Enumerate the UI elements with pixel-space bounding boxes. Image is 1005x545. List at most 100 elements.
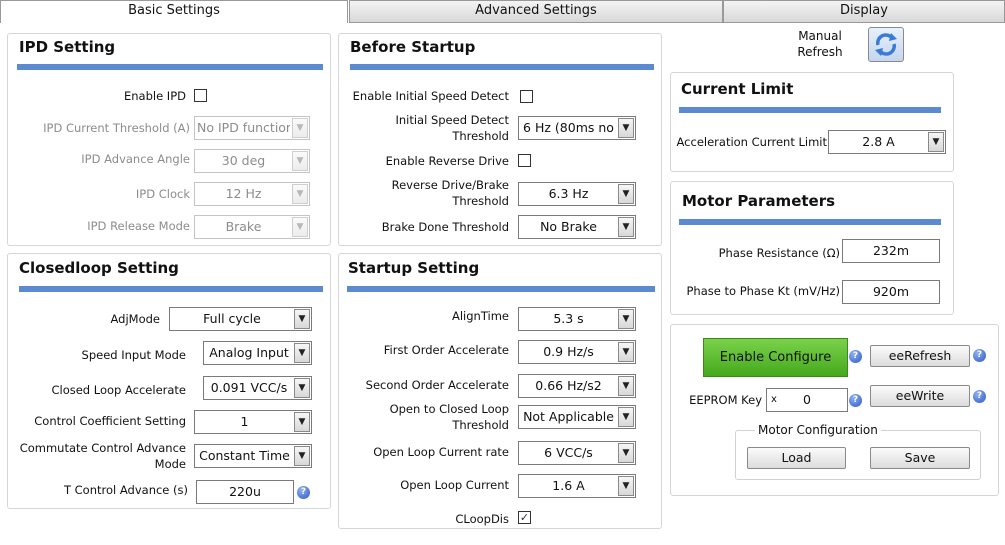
ipd-threshold-label: IPD Current Threshold (A) [43,121,190,135]
open-loop-current-rate-select[interactable]: 6 VCC/s ▼ [518,441,636,465]
ipd-release-select[interactable]: Brake ▼ [194,215,310,239]
ipd-clock-value: 12 Hz [225,186,262,201]
first-order-accel-label: First Order Accelerate [383,343,509,357]
manual-refresh-button[interactable] [868,27,904,62]
eeprom-key-label: EEPROM Key [689,393,762,407]
adjmode-value: Full cycle [203,311,261,326]
open-loop-current-select[interactable]: 1.6 A ▼ [518,474,636,498]
acceleration-current-limit-select[interactable]: 2.8 A ▼ [828,130,946,154]
manual-refresh-label: Manual Refresh [797,29,843,59]
eeprom-key-prefix: x [771,394,777,405]
tab-display[interactable]: Display [723,0,1005,23]
speed-input-value: Analog Input [209,345,289,360]
first-order-accel-select[interactable]: 0.9 Hz/s ▼ [518,340,636,364]
motor-configuration-label: Motor Configuration [755,422,881,438]
eeprom-key-value: 0 [803,392,811,407]
load-button[interactable]: Load [747,447,846,469]
section-bar [350,64,654,70]
reverse-threshold-value: 6.3 Hz [548,186,589,201]
save-button[interactable]: Save [870,447,970,469]
reverse-drive-checkbox[interactable] [518,154,531,167]
first-order-accel-value: 0.9 Hz/s [543,344,594,359]
tab-advanced-settings[interactable]: Advanced Settings [349,0,723,23]
closed-loop-accel-value: 0.091 VCC/s [210,380,288,395]
open-to-closed-label: Open to Closed Loop Threshold [389,402,509,432]
help-icon[interactable]: ? [849,394,862,407]
closedloop-setting-panel: Closedloop Setting AdjMode Full cycle ▼ … [7,253,331,509]
section-bar [19,286,323,292]
configuration-panel: Enable Configure ? eeRefresh ? EEPROM Ke… [670,324,999,496]
commutate-advance-label: Commutate Control Advance Mode [19,441,186,471]
second-order-accel-value: 0.66 Hz/s2 [535,378,602,393]
brake-done-label: Brake Done Threshold [381,220,509,234]
help-icon[interactable]: ? [849,350,862,363]
eeprom-key-input[interactable]: x 0 [766,388,848,412]
chevron-down-icon: ▼ [292,217,308,237]
ipd-angle-select[interactable]: 30 deg ▼ [194,149,310,173]
brake-done-value: No Brake [540,219,597,234]
motor-parameters-title: Motor Parameters [682,192,836,210]
acceleration-current-limit-label: Acceleration Current Limit [676,135,827,149]
chevron-down-icon: ▼ [618,184,634,204]
chevron-down-icon: ▼ [292,118,308,138]
commutate-advance-select[interactable]: Constant Time ▼ [194,444,312,468]
ipd-setting-title: IPD Setting [19,38,116,56]
control-coeff-value: 1 [240,414,249,429]
reverse-drive-label: Enable Reverse Drive [385,154,509,168]
eerefresh-button[interactable]: eeRefresh [870,345,970,367]
help-icon[interactable]: ? [973,390,986,403]
cloopdis-checkbox[interactable]: ✓ [518,511,531,524]
enable-ipd-checkbox[interactable] [194,89,207,102]
acceleration-current-limit-value: 2.8 A [862,134,895,149]
before-startup-title: Before Startup [350,38,476,56]
closed-loop-accel-select[interactable]: 0.091 VCC/s ▼ [203,376,312,400]
open-loop-current-rate-label: Open Loop Current rate [373,445,509,459]
phase-resistance-input[interactable]: 232m [842,239,940,263]
chevron-down-icon: ▼ [294,378,310,398]
brake-done-select[interactable]: No Brake ▼ [518,215,636,239]
closedloop-setting-title: Closedloop Setting [19,259,179,277]
control-coeff-label: Control Coefficient Setting [34,414,186,428]
chevron-down-icon: ▼ [294,446,310,466]
chevron-down-icon: ▼ [618,118,634,138]
control-coeff-select[interactable]: 1 ▼ [194,410,312,434]
tab-basic-settings[interactable]: Basic Settings [0,0,348,23]
phase-kt-input[interactable]: 920m [842,280,940,304]
help-icon[interactable]: ? [973,349,986,362]
current-limit-title: Current Limit [681,80,794,98]
open-to-closed-select[interactable]: Not Applicable ▼ [518,405,636,429]
ipd-clock-label: IPD Clock [135,187,190,201]
second-order-accel-select[interactable]: 0.66 Hz/s2 ▼ [518,374,636,398]
ipd-release-label: IPD Release Mode [87,219,190,233]
eewrite-button[interactable]: eeWrite [870,385,970,407]
help-icon[interactable]: ? [297,486,310,499]
section-bar [347,286,655,292]
refresh-icon [875,33,897,56]
isd-threshold-select[interactable]: 6 Hz (80ms no ▼ [518,116,636,140]
isd-threshold-value: 6 Hz (80ms no [523,120,614,135]
commutate-advance-value: Constant Time [199,448,290,463]
chevron-down-icon: ▼ [618,217,634,237]
align-time-select[interactable]: 5.3 s ▼ [518,307,636,331]
open-loop-current-label: Open Loop Current [400,478,509,492]
ipd-release-value: Brake [225,219,262,234]
ipd-angle-value: 30 deg [221,153,266,168]
enable-configure-button[interactable]: Enable Configure [703,338,848,377]
closed-loop-accel-label: Closed Loop Accelerate [51,383,186,397]
initial-speed-detect-label: Enable Initial Speed Detect [352,89,509,103]
speed-input-select[interactable]: Analog Input ▼ [203,341,312,365]
ipd-setting-panel: IPD Setting Enable IPD IPD Current Thres… [7,33,331,246]
startup-setting-title: Startup Setting [348,259,480,277]
chevron-down-icon: ▼ [618,309,634,329]
ipd-threshold-select[interactable]: No IPD function ▼ [194,116,310,140]
motor-parameters-panel: Motor Parameters Phase Resistance (Ω) 23… [670,181,954,315]
reverse-threshold-select[interactable]: 6.3 Hz ▼ [518,182,636,206]
adjmode-select[interactable]: Full cycle ▼ [169,307,312,331]
ipd-clock-select[interactable]: 12 Hz ▼ [194,182,310,206]
initial-speed-detect-checkbox[interactable] [520,90,533,103]
speed-input-label: Speed Input Mode [81,348,186,362]
chevron-down-icon: ▼ [618,407,634,427]
t-control-advance-input[interactable]: 220u [196,480,294,504]
ipd-angle-label: IPD Advance Angle [81,152,190,166]
current-limit-panel: Current Limit Acceleration Current Limit… [670,72,954,172]
